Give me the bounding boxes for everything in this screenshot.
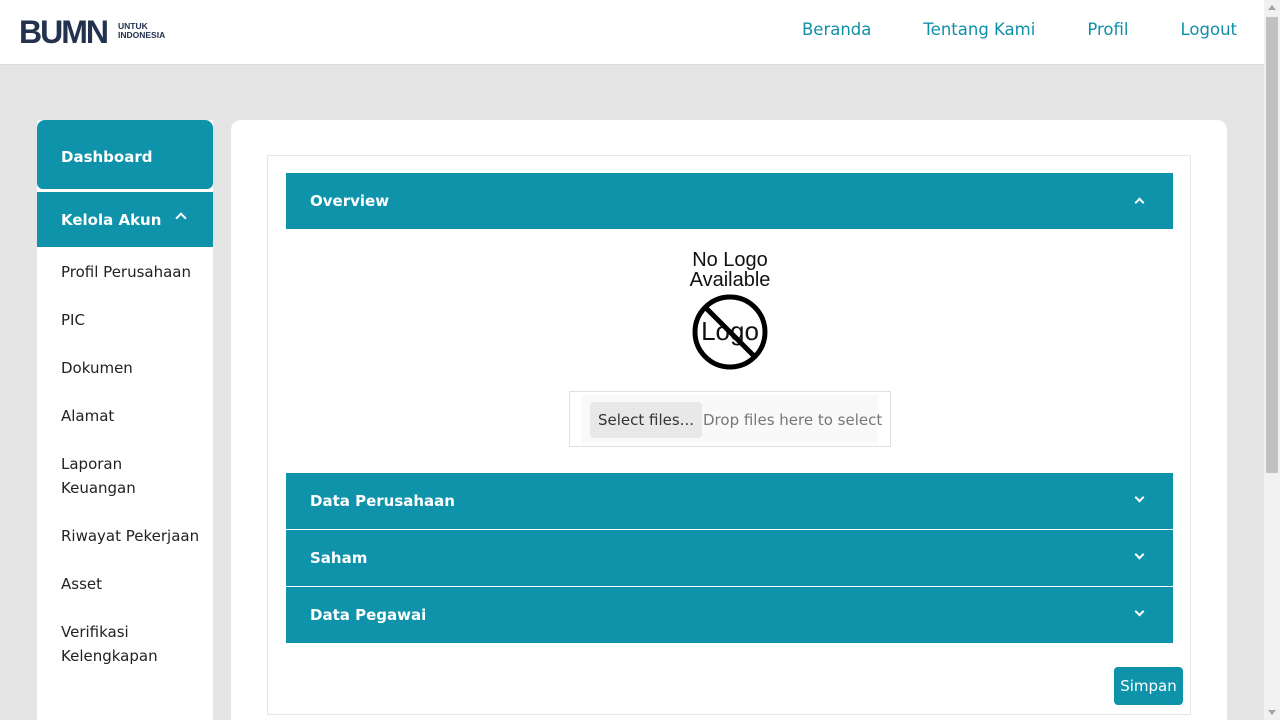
chevron-down-icon [1134,549,1145,560]
scrollbar-thumb[interactable] [1266,17,1278,473]
main-card: Overview No Logo Available Logo Select f… [231,120,1227,720]
page-scrollbar[interactable] [1264,0,1280,720]
select-files-button[interactable]: Select files... [590,402,702,438]
bumn-logo-mark: BUMN [19,16,109,46]
accordion-saham-header[interactable]: Saham [286,530,1173,586]
chevron-down-icon [1134,492,1145,503]
sidebar-item-pic[interactable]: PIC [61,308,211,332]
sidebar-item-dokumen[interactable]: Dokumen [61,356,211,380]
sidebar-item-verifikasi-kelengkapan[interactable]: Verifikasi Kelengkapan [61,620,171,668]
nav-profil[interactable]: Profil [1087,20,1128,39]
no-logo-placeholder: No Logo Available Logo [669,250,791,372]
no-logo-line2: Available [689,269,771,291]
accordion-data-perusahaan-title: Data Perusahaan [310,492,455,510]
sidebar-item-alamat[interactable]: Alamat [61,404,211,428]
profile-form-panel: Overview No Logo Available Logo Select f… [267,155,1191,715]
sidebar-dashboard[interactable]: Dashboard [37,120,213,189]
sidebar-item-asset[interactable]: Asset [61,572,211,596]
no-logo-line1: No Logo [692,249,768,271]
chevron-up-icon [175,212,187,224]
chevron-down-icon [1134,606,1145,617]
logo-upload-dropzone[interactable]: Select files... Drop files here to selec… [569,391,891,447]
brand-tagline: UNTUK INDONESIA [118,22,165,40]
sidebar: Dashboard Kelola Akun Profil Perusahaan … [37,120,213,720]
sidebar-item-riwayat-pekerjaan[interactable]: Riwayat Pekerjaan [61,524,211,548]
chevron-up-icon [1134,197,1145,208]
accordion-data-pegawai-title: Data Pegawai [310,606,427,624]
sidebar-kelola-akun-label: Kelola Akun [61,211,162,229]
accordion-data-perusahaan-header[interactable]: Data Perusahaan [286,473,1173,529]
upload-area[interactable]: Select files... Drop files here to selec… [582,395,882,443]
accordion-overview-title: Overview [310,192,390,210]
accordion-overview-header[interactable]: Overview [286,173,1173,229]
svg-text:BUMN: BUMN [19,16,107,46]
scroll-up-arrow-icon[interactable] [1268,5,1276,10]
nav-tentang-kami[interactable]: Tentang Kami [923,20,1035,39]
drop-files-hint: Drop files here to select [703,411,883,429]
sidebar-item-laporan-keuangan[interactable]: Laporan Keuangan [61,452,171,500]
brand-tagline-line2: INDONESIA [118,30,166,40]
accordion-data-pegawai-header[interactable]: Data Pegawai [286,587,1173,643]
bumn-logo[interactable]: BUMN UNTUK INDONESIA [19,16,165,46]
top-nav: Beranda Tentang Kami Profil Logout [750,20,1237,39]
top-header: BUMN UNTUK INDONESIA Beranda Tentang Kam… [0,0,1264,65]
save-button[interactable]: Simpan [1114,667,1183,705]
nav-logout[interactable]: Logout [1181,20,1238,39]
sidebar-item-profil-perusahaan[interactable]: Profil Perusahaan [61,260,211,284]
nav-beranda[interactable]: Beranda [802,20,871,39]
no-logo-prohibited-icon: Logo [692,294,768,370]
accordion-saham-title: Saham [310,549,368,567]
sidebar-kelola-akun[interactable]: Kelola Akun [37,192,213,247]
scroll-down-arrow-icon[interactable] [1268,710,1276,715]
